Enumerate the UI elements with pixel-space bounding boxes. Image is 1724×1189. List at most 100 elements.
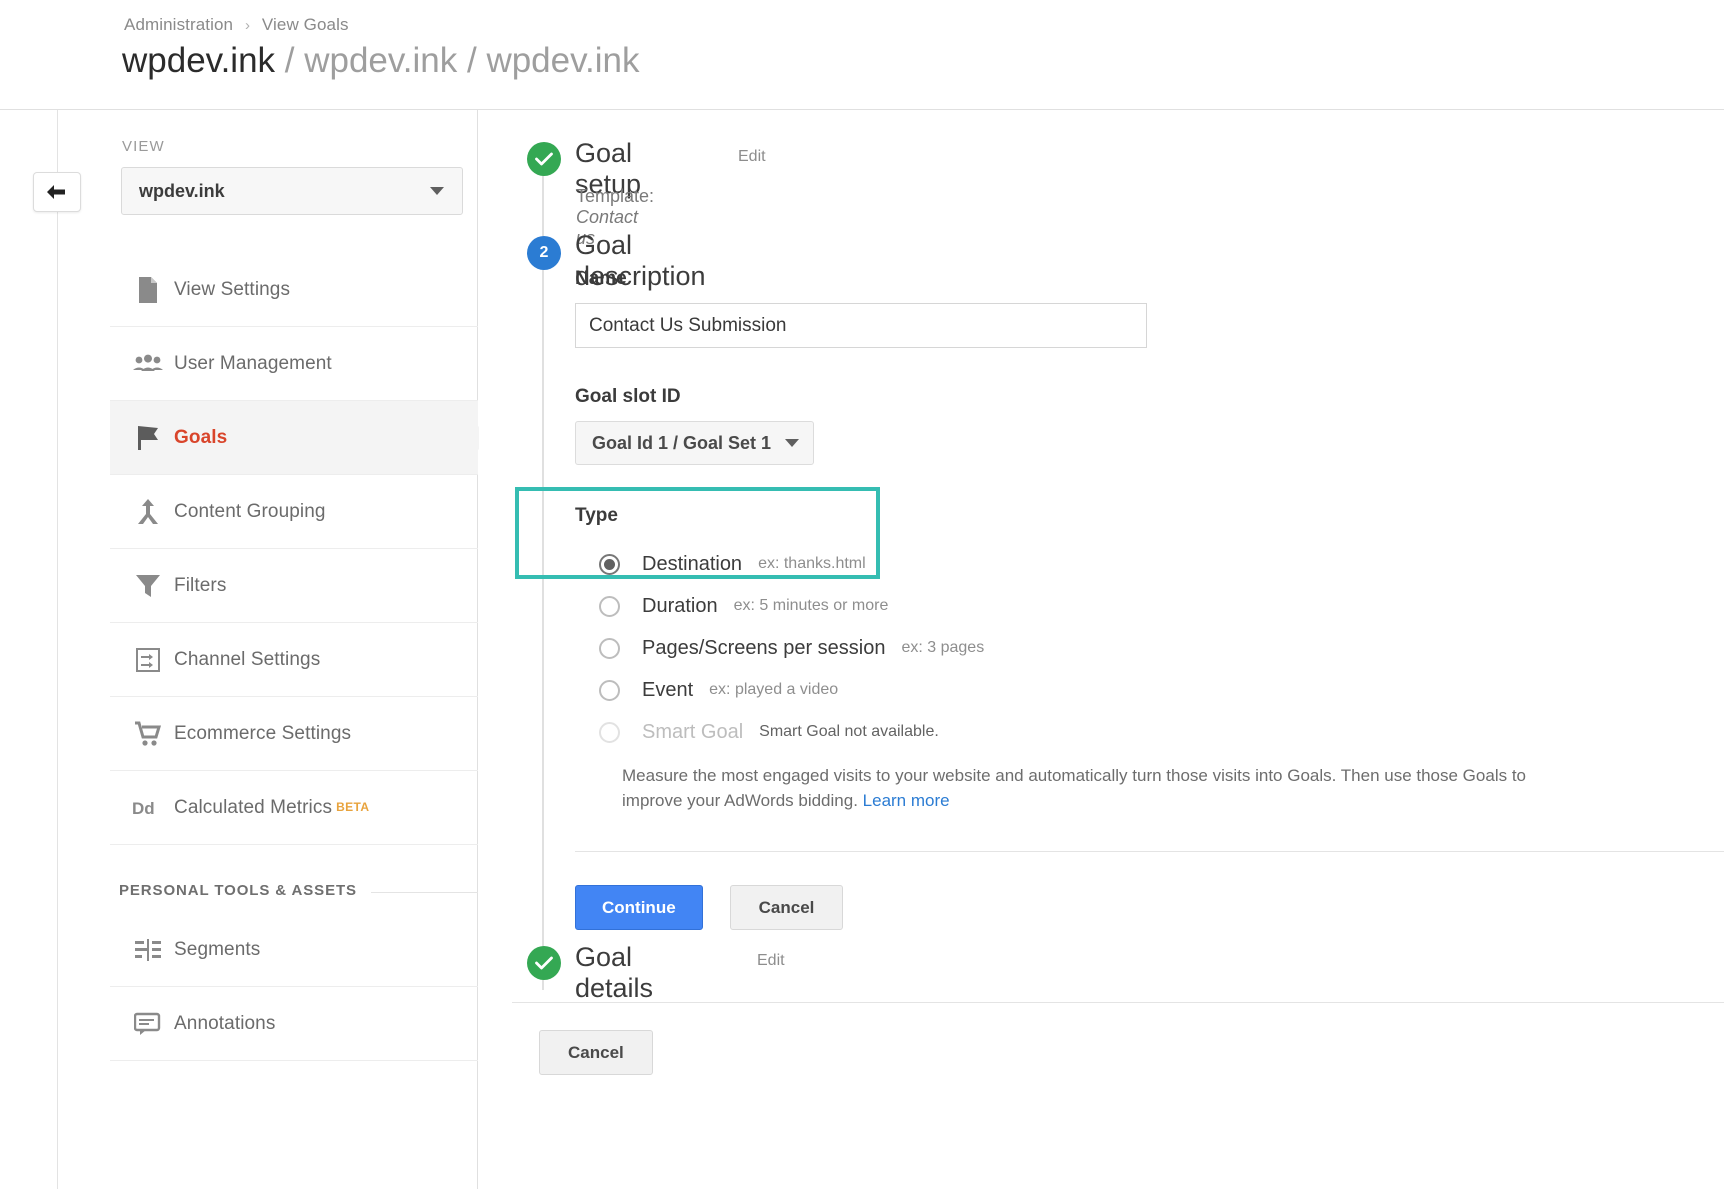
sidebar-item-ecommerce-settings[interactable]: Ecommerce Settings <box>110 697 478 771</box>
check-circle-icon <box>527 142 561 176</box>
sidebar-item-label: Filters <box>174 575 226 597</box>
sidebar-item-channel-settings[interactable]: Channel Settings <box>110 623 478 697</box>
radio-icon <box>599 722 620 743</box>
page-header: Administration › View Goals wpdev.ink / … <box>0 0 1724 110</box>
learn-more-link[interactable]: Learn more <box>863 791 950 810</box>
type-option-label: Smart Goal <box>642 721 743 744</box>
type-option-hint: ex: thanks.html <box>758 555 866 573</box>
type-option-label: Pages/Screens per session <box>642 637 885 660</box>
channel-settings-icon <box>122 640 174 680</box>
page-title: wpdev.ink / wpdev.ink / wpdev.ink <box>122 41 639 81</box>
type-option-pages-screens[interactable]: Pages/Screens per session ex: 3 pages <box>575 627 1635 669</box>
sidebar-item-label: Calculated Metrics BETA <box>174 797 369 819</box>
check-circle-icon <box>527 946 561 980</box>
step-title: Goal details <box>575 942 653 1004</box>
view-label: VIEW <box>122 138 165 155</box>
radio-icon[interactable] <box>599 680 620 701</box>
sidebar-section-label: PERSONAL TOOLS & ASSETS <box>119 882 357 899</box>
sidebar-item-label: Content Grouping <box>174 501 326 523</box>
breadcrumb-item-administration[interactable]: Administration <box>124 15 233 34</box>
back-arrow-icon <box>45 182 69 202</box>
sidebar-item-text: Calculated Metrics <box>174 797 332 818</box>
svg-text:Dd: Dd <box>132 799 155 818</box>
breadcrumb-item-view-goals[interactable]: View Goals <box>262 15 349 34</box>
goal-slot-id-label: Goal slot ID <box>575 386 1635 408</box>
page-title-primary: wpdev.ink <box>122 41 275 80</box>
document-icon <box>122 270 174 310</box>
section-rule <box>371 892 478 893</box>
sidebar-item-goals[interactable]: Goals <box>110 401 478 475</box>
main-content: Goal setup Edit Template: Contact us 2 G… <box>479 110 1724 1189</box>
sidebar-section-header: PERSONAL TOOLS & ASSETS <box>110 845 478 913</box>
annotations-icon <box>122 1004 174 1044</box>
sidebar-item-label: Annotations <box>174 1013 275 1035</box>
name-label: Name <box>575 268 1635 290</box>
sidebar-item-user-management[interactable]: User Management <box>110 327 478 401</box>
flag-icon <box>122 418 174 458</box>
template-prefix: Template: <box>576 186 654 206</box>
page-title-secondary: / wpdev.ink / wpdev.ink <box>285 41 640 80</box>
goal-name-input[interactable] <box>575 303 1147 348</box>
radio-icon[interactable] <box>599 638 620 659</box>
goal-type-section: Type Destination ex: thanks.html Duratio… <box>575 505 1635 813</box>
sidebar: VIEW wpdev.ink View Settings User Man <box>110 110 478 1189</box>
radio-icon[interactable] <box>599 554 620 575</box>
dd-icon: Dd <box>122 788 174 828</box>
beta-badge: BETA <box>336 800 369 814</box>
segments-icon <box>122 930 174 970</box>
step-number-badge: 2 <box>527 236 561 270</box>
continue-button[interactable]: Continue <box>575 885 703 930</box>
type-option-destination[interactable]: Destination ex: thanks.html <box>575 543 1635 585</box>
goal-slot-id-select[interactable]: Goal Id 1 / Goal Set 1 <box>575 421 814 465</box>
sidebar-item-view-settings[interactable]: View Settings <box>110 253 478 327</box>
sidebar-item-filters[interactable]: Filters <box>110 549 478 623</box>
people-icon <box>122 344 174 384</box>
view-select-value: wpdev.ink <box>139 181 225 202</box>
smart-goal-description-text: Measure the most engaged visits to your … <box>622 766 1526 810</box>
back-button[interactable] <box>33 172 81 212</box>
sidebar-item-label: Goals <box>174 427 227 449</box>
sidebar-item-segments[interactable]: Segments <box>110 913 478 987</box>
goal-setup-page: Administration › View Goals wpdev.ink / … <box>0 0 1724 1189</box>
back-rail-divider <box>57 110 58 1189</box>
content-grouping-icon <box>122 492 174 532</box>
sidebar-item-label: View Settings <box>174 279 290 301</box>
goal-slot-id-value: Goal Id 1 / Goal Set 1 <box>592 433 771 454</box>
sidebar-item-content-grouping[interactable]: Content Grouping <box>110 475 478 549</box>
radio-icon[interactable] <box>599 596 620 617</box>
sidebar-nav: View Settings User Management Goals <box>110 253 478 1061</box>
type-option-hint: ex: 5 minutes or more <box>734 597 889 615</box>
sidebar-item-label: User Management <box>174 353 332 375</box>
view-select[interactable]: wpdev.ink <box>121 167 463 215</box>
type-option-event[interactable]: Event ex: played a video <box>575 669 1635 711</box>
sidebar-item-calculated-metrics[interactable]: Dd Calculated Metrics BETA <box>110 771 478 845</box>
type-option-hint: ex: played a video <box>709 681 838 699</box>
edit-goal-details-link[interactable]: Edit <box>757 952 785 970</box>
step-rail <box>542 158 544 990</box>
breadcrumb-separator: › <box>245 17 250 34</box>
chevron-down-icon <box>430 187 444 195</box>
breadcrumb: Administration › View Goals <box>124 15 349 35</box>
cancel-button[interactable]: Cancel <box>730 885 844 930</box>
type-option-label: Duration <box>642 595 718 618</box>
type-label: Type <box>575 505 1635 527</box>
type-option-hint: ex: 3 pages <box>901 639 984 657</box>
sidebar-item-label: Segments <box>174 939 260 961</box>
sidebar-item-label: Channel Settings <box>174 649 320 671</box>
sidebar-item-annotations[interactable]: Annotations <box>110 987 478 1061</box>
funnel-icon <box>122 566 174 606</box>
sidebar-item-label: Ecommerce Settings <box>174 723 351 745</box>
form-divider <box>575 851 1724 852</box>
edit-goal-setup-link[interactable]: Edit <box>738 148 766 166</box>
type-option-smart-goal: Smart Goal Smart Goal not available. <box>575 711 1635 753</box>
bottom-cancel-button[interactable]: Cancel <box>539 1030 653 1075</box>
type-option-duration[interactable]: Duration ex: 5 minutes or more <box>575 585 1635 627</box>
bottom-divider <box>512 1002 1724 1003</box>
shopping-cart-icon <box>122 714 174 754</box>
type-option-label: Event <box>642 679 693 702</box>
form-actions: Continue Cancel <box>575 885 1635 930</box>
chevron-down-icon <box>785 439 799 447</box>
type-option-label: Destination <box>642 553 742 576</box>
type-option-hint: Smart Goal not available. <box>759 723 939 741</box>
smart-goal-description: Measure the most engaged visits to your … <box>622 763 1568 813</box>
